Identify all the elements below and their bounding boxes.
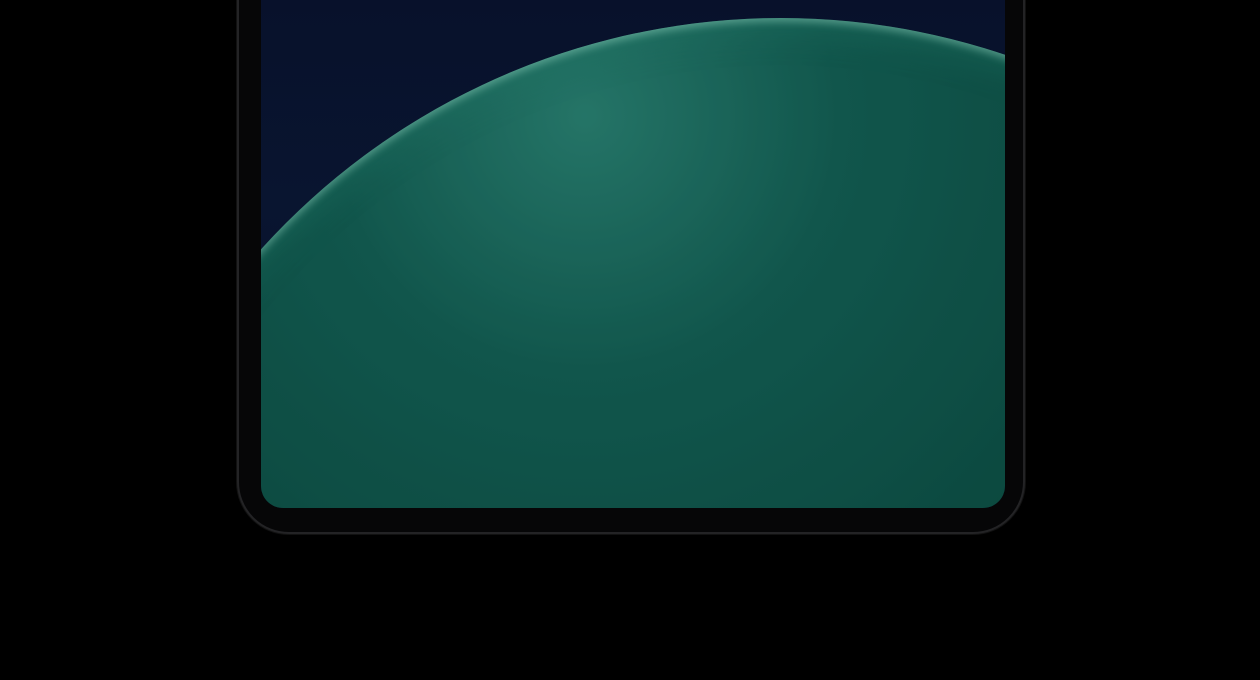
ipad-screen: concept to scale comms satellite V-2 lon… <box>261 0 1005 508</box>
marketing-stage: concept to scale comms satellite V-2 lon… <box>0 0 1260 680</box>
home-wallpaper <box>261 0 1005 508</box>
